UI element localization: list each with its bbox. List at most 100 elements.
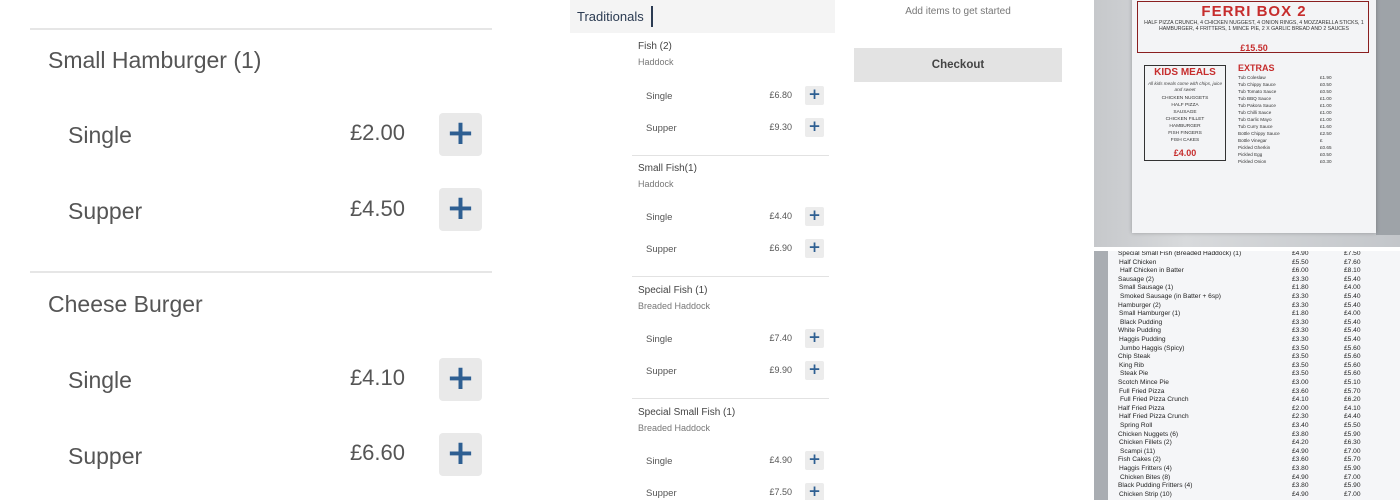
supper-price: £5.90: [1344, 482, 1361, 490]
add-to-basket-button[interactable]: +: [805, 361, 824, 380]
single-price: £3.30: [1292, 327, 1309, 335]
plus-icon: +: [808, 238, 821, 256]
kids-meals-note: All kids meals come with chips, juice an…: [1147, 81, 1223, 92]
single-price: £1.80: [1292, 310, 1309, 318]
supper-price: £7.00: [1344, 473, 1361, 481]
price-list-item: Black Pudding: [1120, 318, 1163, 326]
plus-icon: +: [446, 188, 475, 228]
menu-item-subtitle: Breaded Haddock: [638, 423, 711, 433]
kids-meal-item: SAUSAGE: [1173, 110, 1197, 115]
extras-item: Pickled Egg: [1238, 152, 1263, 157]
section-title: Cheese Burger: [48, 291, 203, 317]
supper-price: £7.00: [1344, 447, 1361, 455]
extras-price: £2.50: [1320, 131, 1332, 136]
plus-icon: +: [446, 358, 475, 398]
item-divider: [632, 398, 829, 399]
single-price: £4.90: [1292, 490, 1309, 498]
price-list-item: Special Small Fish (Breaded Haddock) (1): [1118, 251, 1242, 257]
single-price: £3.80: [1292, 465, 1309, 472]
add-to-basket-button[interactable]: +: [805, 207, 824, 226]
price-list-item: Steak Pie: [1120, 370, 1149, 378]
option-name: Supper: [646, 366, 677, 377]
add-to-basket-button[interactable]: +: [805, 451, 824, 470]
add-to-basket-button[interactable]: +: [439, 433, 482, 476]
add-to-basket-button[interactable]: +: [439, 358, 482, 401]
extras-price: £0.30: [1320, 159, 1332, 164]
price-list-sheet: Special Small Fish (Breaded Haddock) (1)…: [1108, 251, 1400, 500]
supper-price: £5.90: [1344, 430, 1361, 438]
supper-price: £5.40: [1344, 275, 1361, 283]
kids-meal-item: HAMBURGER: [1169, 124, 1201, 129]
price-list-item: Smoked Sausage (in Batter + 6sp): [1120, 293, 1221, 300]
basket-empty-message: Add items to get started: [905, 6, 1011, 17]
single-price: £4.10: [1292, 396, 1309, 404]
supper-price: £5.70: [1344, 387, 1361, 395]
price-list-item: Chip Steak: [1118, 353, 1151, 361]
single-price: £4.90: [1292, 251, 1309, 257]
menu-poster: FERRI BOX 2 HALF PIZZA CRUNCH, 4 CHICKEN…: [1132, 0, 1376, 233]
plus-icon: +: [808, 450, 821, 468]
supper-price: £5.60: [1344, 370, 1361, 378]
extras-item: Tub BBQ Sauce: [1238, 96, 1272, 101]
supper-price: £5.90: [1344, 465, 1361, 472]
menu-item-title: Special Fish (1): [638, 285, 708, 296]
menu-item-title: Special Small Fish (1): [638, 407, 736, 418]
window-frame: [1376, 0, 1400, 235]
extras-item: Tub Garlic Mayo: [1238, 117, 1272, 122]
extras-item: Pickled Onion: [1238, 159, 1267, 164]
checkout-button[interactable]: Checkout: [854, 48, 1062, 82]
supper-price: £4.40: [1344, 413, 1361, 421]
price-list-item: Sausage (2): [1118, 275, 1154, 283]
add-to-basket-button[interactable]: +: [439, 113, 482, 156]
extras-price: £0.65: [1320, 145, 1332, 150]
single-price: £4.90: [1292, 447, 1309, 455]
section-divider: [30, 271, 492, 273]
single-price: £1.80: [1292, 284, 1309, 292]
single-price: £3.40: [1292, 422, 1309, 429]
option-price: £4.10: [349, 365, 405, 390]
add-to-basket-button[interactable]: +: [805, 329, 824, 348]
option-name: Single: [646, 91, 673, 102]
price-list-item: Hamburger (2): [1118, 301, 1161, 309]
option-price: £6.90: [769, 243, 792, 253]
supper-price: £7.60: [1344, 258, 1361, 266]
price-list-item: Spring Roll: [1120, 422, 1153, 429]
single-price: £2.30: [1292, 413, 1309, 421]
kids-meal-item: CHICKEN FILLET: [1165, 117, 1205, 122]
option-price: £7.40: [769, 333, 792, 343]
option-name: Supper: [646, 488, 677, 499]
single-price: £4.20: [1292, 439, 1309, 447]
price-list-item: Haggis Pudding: [1119, 336, 1166, 343]
single-price: £3.50: [1292, 370, 1309, 378]
option-name: Single: [68, 367, 132, 393]
active-tab-indicator: [651, 6, 653, 27]
option-name: Single: [646, 334, 673, 345]
kids-meal-item: HALF PIZZA: [1171, 103, 1199, 108]
kids-meals-price: £4.00: [1173, 148, 1197, 158]
kids-meals-box: KIDS MEALS All kids meals come with chip…: [1144, 65, 1226, 161]
add-to-basket-button[interactable]: +: [805, 239, 824, 258]
price-list-item: Chicken Nuggets (6): [1118, 430, 1179, 438]
ferri-box-title: FERRI BOX 2: [1201, 3, 1307, 20]
option-name: Single: [646, 212, 673, 223]
tab-traditionals[interactable]: Traditionals: [577, 9, 644, 24]
option-price: £2.00: [349, 120, 405, 145]
option-name: Supper: [646, 244, 677, 255]
item-divider: [632, 276, 829, 277]
menu-item-title: Fish (2): [638, 41, 672, 52]
supper-price: £4.10: [1344, 404, 1361, 412]
plus-icon: +: [446, 433, 475, 473]
add-to-basket-button[interactable]: +: [439, 188, 482, 231]
single-price: £4.90: [1292, 473, 1309, 481]
single-price: £3.60: [1292, 456, 1309, 464]
add-to-basket-button[interactable]: +: [805, 118, 824, 137]
option-price: £9.90: [769, 365, 792, 375]
item-divider: [632, 155, 829, 156]
supper-price: £5.50: [1344, 422, 1361, 429]
add-to-basket-button[interactable]: +: [805, 483, 824, 500]
supper-price: £4.00: [1344, 284, 1361, 292]
option-price: £6.80: [769, 90, 792, 100]
add-to-basket-button[interactable]: +: [805, 86, 824, 105]
option-price: £4.90: [769, 455, 792, 465]
extras-item: Pickled Gherkin: [1238, 145, 1271, 150]
